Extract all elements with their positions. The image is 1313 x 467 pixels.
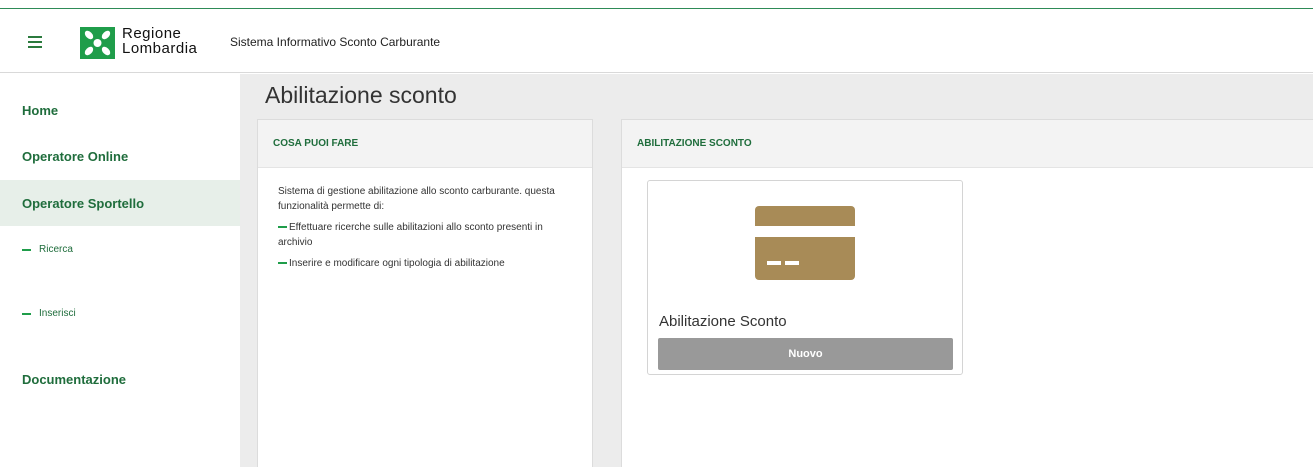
bullet-item: Effettuare ricerche sulle abilitazioni a… bbox=[278, 220, 568, 250]
sidebar-subitem-label: Inserisci bbox=[39, 308, 76, 319]
abilitazione-sconto-card: Abilitazione Sconto Nuovo bbox=[647, 180, 963, 375]
description-intro: Sistema di gestione abilitazione allo sc… bbox=[278, 186, 555, 212]
dash-icon bbox=[22, 248, 31, 251]
sidebar-subitem-label: Ricerca bbox=[39, 244, 73, 255]
bullet-text: Inserire e modificare ogni tipologia di … bbox=[289, 258, 505, 269]
sidebar-item-home[interactable]: Home bbox=[0, 87, 240, 133]
logo-line1: Regione bbox=[122, 25, 182, 42]
dash-icon bbox=[278, 226, 287, 229]
sidebar-subitem-ricerca[interactable]: Ricerca bbox=[22, 244, 73, 255]
logo-line2: Lombardia bbox=[122, 40, 198, 57]
app-header: Regione Lombardia Sistema Informativo Sc… bbox=[0, 9, 1313, 73]
hamburger-menu-icon[interactable] bbox=[28, 36, 42, 48]
panel-header: COSA PUOI FARE bbox=[258, 120, 592, 168]
sidebar-subitem-inserisci[interactable]: Inserisci bbox=[22, 308, 76, 319]
credit-card-icon bbox=[755, 206, 855, 280]
cosa-puoi-fare-panel: COSA PUOI FARE Sistema di gestione abili… bbox=[257, 119, 593, 467]
sidebar: Home Operatore Online Operatore Sportell… bbox=[0, 74, 240, 467]
bullet-text: Effettuare ricerche sulle abilitazioni a… bbox=[278, 222, 543, 248]
dash-icon bbox=[278, 262, 287, 265]
dash-icon bbox=[22, 312, 31, 315]
card-title: Abilitazione Sconto bbox=[659, 313, 787, 330]
page-title: Abilitazione sconto bbox=[265, 82, 457, 108]
sidebar-item-documentazione[interactable]: Documentazione bbox=[0, 356, 240, 402]
panel-header: ABILITAZIONE SCONTO bbox=[622, 120, 1313, 168]
logo-text: Regione Lombardia bbox=[122, 26, 197, 56]
panel-description: Sistema di gestione abilitazione allo sc… bbox=[278, 184, 568, 271]
app-title: Sistema Informativo Sconto Carburante bbox=[230, 35, 441, 49]
nuovo-button[interactable]: Nuovo bbox=[658, 338, 953, 370]
regione-lombardia-logo-icon bbox=[80, 27, 115, 59]
sidebar-item-operatore-online[interactable]: Operatore Online bbox=[0, 133, 240, 179]
sidebar-item-operatore-sportello[interactable]: Operatore Sportello bbox=[0, 180, 240, 226]
bullet-item: Inserire e modificare ogni tipologia di … bbox=[278, 256, 568, 271]
